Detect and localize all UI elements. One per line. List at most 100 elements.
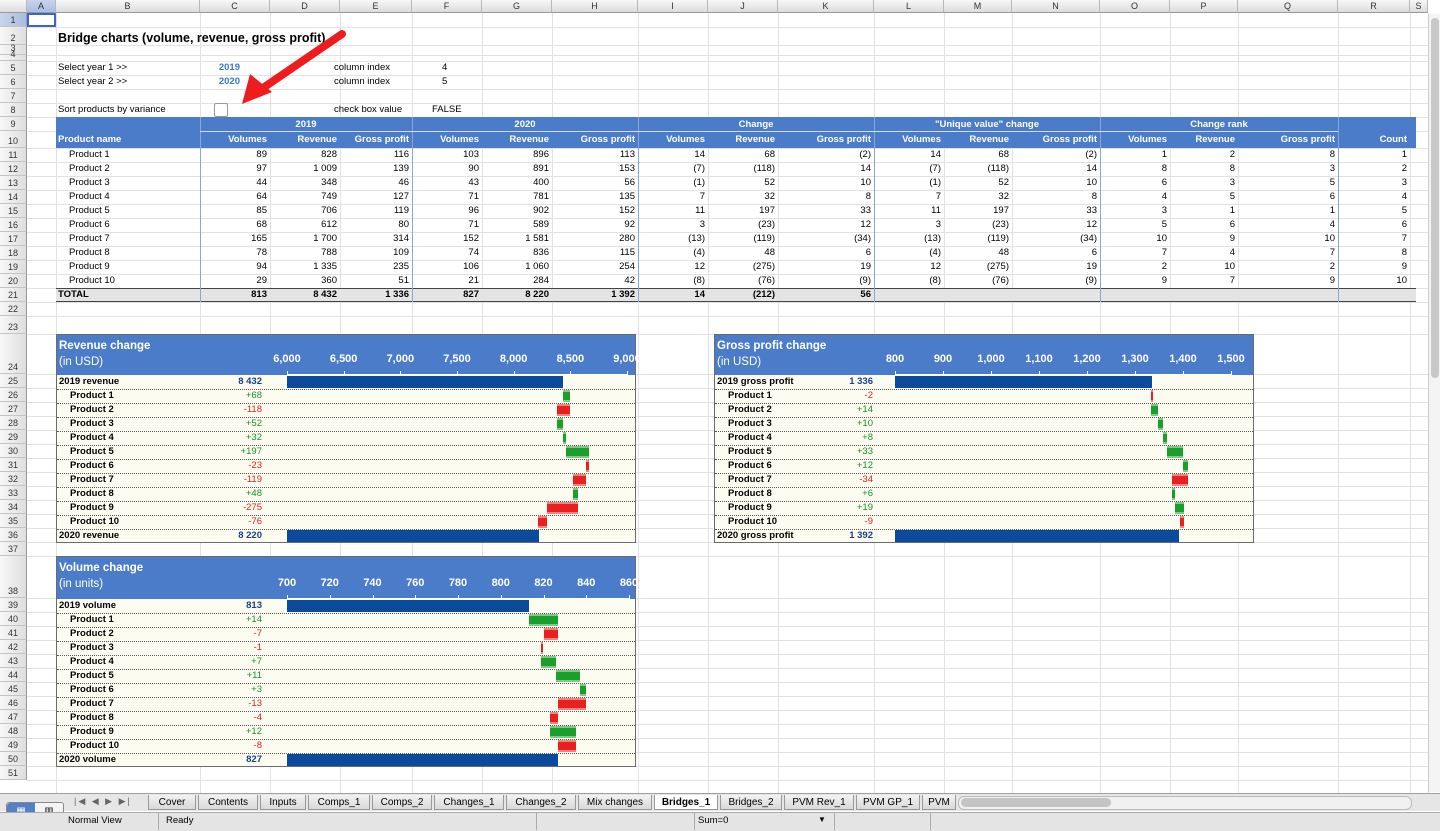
row-header-8[interactable]: 8 xyxy=(0,103,27,117)
sheet-tab-cover[interactable]: Cover xyxy=(148,795,196,810)
gp-bridge-chart[interactable]: Gross profit change (in USD) 800 900 1,000 1,… xyxy=(714,334,1254,543)
row-header-24[interactable]: 24 xyxy=(0,334,27,374)
table-cell[interactable]: (2) xyxy=(778,149,871,161)
table-cell[interactable]: 3 xyxy=(1238,163,1335,175)
table-cell[interactable]: 10 xyxy=(1338,275,1407,287)
sheet-tab-pvm-rev-1[interactable]: PVM Rev_1 xyxy=(784,795,854,810)
table-cell[interactable]: 56 xyxy=(552,177,635,189)
table-cell[interactable]: 5 xyxy=(1100,219,1167,231)
table-cell[interactable]: 7 xyxy=(1338,233,1407,245)
table-cell[interactable]: 152 xyxy=(552,205,635,217)
row-header-49[interactable]: 49 xyxy=(0,738,27,752)
table-cell[interactable]: 902 xyxy=(482,205,549,217)
chevron-down-icon[interactable]: ▼ xyxy=(818,815,826,824)
table-cell[interactable]: 836 xyxy=(482,247,549,259)
column-header-B[interactable]: B xyxy=(56,0,200,13)
table-cell[interactable]: 11 xyxy=(638,205,705,217)
vscroll-thumb[interactable] xyxy=(1431,18,1439,378)
table-cell[interactable]: 1 060 xyxy=(482,261,549,273)
row-header-47[interactable]: 47 xyxy=(0,710,27,724)
table-cell[interactable]: 153 xyxy=(552,163,635,175)
table-cell[interactable]: 781 xyxy=(482,191,549,203)
table-cell[interactable]: 3 xyxy=(638,219,705,231)
table-cell[interactable]: 10 xyxy=(1100,233,1167,245)
table-cell[interactable]: 5 xyxy=(1238,177,1335,189)
row-header-42[interactable]: 42 xyxy=(0,640,27,654)
table-cell[interactable]: 32 xyxy=(708,191,775,203)
table-cell[interactable]: 1 700 xyxy=(270,233,337,245)
table-cell[interactable]: 10 xyxy=(1012,177,1097,189)
table-cell[interactable]: 71 xyxy=(412,191,479,203)
sheet-tab-inputs[interactable]: Inputs xyxy=(260,795,306,810)
sheet-tab-changes-2[interactable]: Changes_2 xyxy=(506,795,576,810)
table-cell[interactable]: 103 xyxy=(412,149,479,161)
table-cell[interactable]: 896 xyxy=(482,149,549,161)
column-header-D[interactable]: D xyxy=(270,0,340,13)
table-cell[interactable]: 14 xyxy=(1012,163,1097,175)
column-header-F[interactable]: F xyxy=(412,0,482,13)
table-cell[interactable]: (1) xyxy=(874,177,941,189)
row-header-17[interactable]: 17 xyxy=(0,232,27,246)
table-cell[interactable]: 7 xyxy=(1170,275,1235,287)
table-cell[interactable]: 9 xyxy=(1238,275,1335,287)
row-header-34[interactable]: 34 xyxy=(0,500,27,514)
table-cell[interactable]: (8) xyxy=(874,275,941,287)
row-header-13[interactable]: 13 xyxy=(0,176,27,190)
row-header-33[interactable]: 33 xyxy=(0,486,27,500)
table-cell[interactable]: (23) xyxy=(708,219,775,231)
column-header-R[interactable]: R xyxy=(1338,0,1410,13)
table-cell[interactable]: (76) xyxy=(944,275,1009,287)
column-header-L[interactable]: L xyxy=(874,0,944,13)
table-cell[interactable]: 5 xyxy=(1338,205,1407,217)
table-cell[interactable]: 10 xyxy=(1170,261,1235,273)
table-cell[interactable]: 115 xyxy=(552,247,635,259)
table-cell[interactable]: (4) xyxy=(874,247,941,259)
table-cell[interactable]: (34) xyxy=(778,233,871,245)
table-cell[interactable]: 8 xyxy=(778,191,871,203)
row-header-10[interactable]: 10 xyxy=(0,131,27,148)
table-cell[interactable]: 127 xyxy=(340,191,409,203)
table-cell[interactable]: 14 xyxy=(638,149,705,161)
table-cell[interactable]: 152 xyxy=(412,233,479,245)
table-cell[interactable]: 3 xyxy=(1338,177,1407,189)
row-header-16[interactable]: 16 xyxy=(0,218,27,232)
table-cell[interactable]: 116 xyxy=(340,149,409,161)
row-header-35[interactable]: 35 xyxy=(0,514,27,528)
table-cell[interactable]: 314 xyxy=(340,233,409,245)
table-cell[interactable]: 589 xyxy=(482,219,549,231)
table-cell[interactable]: 788 xyxy=(270,247,337,259)
table-cell[interactable]: 46 xyxy=(340,177,409,189)
table-cell[interactable]: 135 xyxy=(552,191,635,203)
table-cell[interactable]: 96 xyxy=(412,205,479,217)
table-cell[interactable]: 74 xyxy=(412,247,479,259)
table-cell[interactable]: 1 009 xyxy=(270,163,337,175)
row-header-9[interactable]: 9 xyxy=(0,117,27,131)
table-cell[interactable]: 52 xyxy=(944,177,1009,189)
row-header-40[interactable]: 40 xyxy=(0,612,27,626)
table-cell[interactable]: 7 xyxy=(638,191,705,203)
table-cell[interactable]: 2 xyxy=(1170,149,1235,161)
column-header-K[interactable]: K xyxy=(778,0,874,13)
table-cell[interactable]: 1 xyxy=(1338,149,1407,161)
table-cell[interactable]: 7 xyxy=(1100,247,1167,259)
table-cell[interactable]: 6 xyxy=(1100,177,1167,189)
table-cell[interactable]: 119 xyxy=(340,205,409,217)
table-cell[interactable]: 4 xyxy=(1100,191,1167,203)
table-cell[interactable]: (119) xyxy=(944,233,1009,245)
table-cell[interactable]: 2 xyxy=(1338,163,1407,175)
table-cell[interactable]: 51 xyxy=(340,275,409,287)
table-cell[interactable]: (13) xyxy=(874,233,941,245)
tab-scroll-arrows[interactable]: |◀ ◀ ▶ ▶| xyxy=(74,796,132,807)
year2-value[interactable]: 2020 xyxy=(200,76,240,88)
table-cell[interactable]: 400 xyxy=(482,177,549,189)
sheet-tab-pvm[interactable]: PVM xyxy=(922,795,956,810)
table-cell[interactable]: 165 xyxy=(200,233,267,245)
corner-select-all[interactable] xyxy=(0,0,27,13)
row-header-15[interactable]: 15 xyxy=(0,204,27,218)
table-cell[interactable]: 612 xyxy=(270,219,337,231)
row-header-36[interactable]: 36 xyxy=(0,528,27,542)
table-cell[interactable]: 21 xyxy=(412,275,479,287)
table-cell[interactable]: (118) xyxy=(944,163,1009,175)
column-header-I[interactable]: I xyxy=(638,0,708,13)
table-cell[interactable]: 1 xyxy=(1100,149,1167,161)
